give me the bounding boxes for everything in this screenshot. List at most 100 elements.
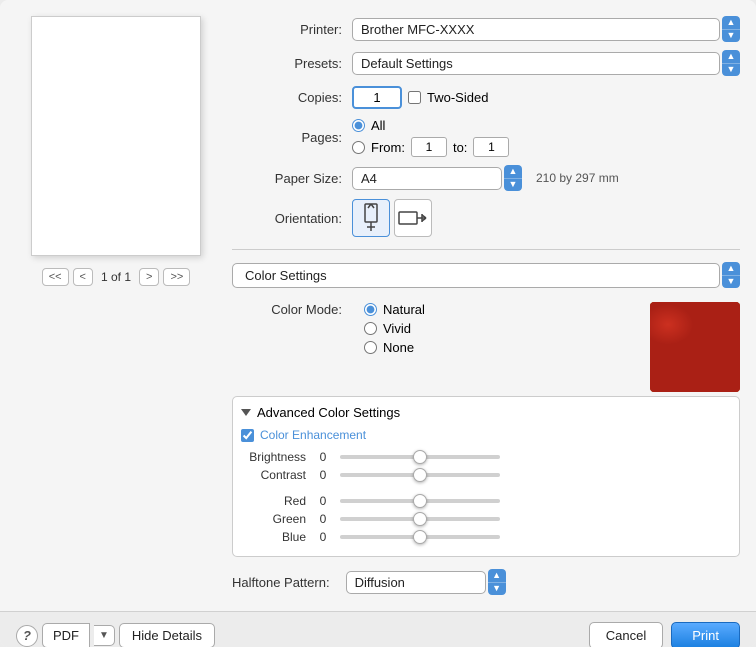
page-indicator: 1 of 1 xyxy=(101,270,131,284)
red-value: 0 xyxy=(314,494,332,508)
copies-row: Copies: Two-Sided xyxy=(232,84,740,110)
blue-row: Blue 0 xyxy=(241,530,731,544)
advanced-color-settings: Advanced Color Settings Color Enhancemen… xyxy=(232,396,740,557)
section-select[interactable]: Color Settings xyxy=(232,263,720,288)
color-preview-image xyxy=(650,302,740,392)
color-mode-options: Natural Vivid None xyxy=(364,302,638,355)
advanced-header[interactable]: Advanced Color Settings xyxy=(241,405,731,420)
color-none-label: None xyxy=(383,340,414,355)
paper-size-select[interactable]: A4 xyxy=(352,167,502,190)
halftone-select[interactable]: Diffusion Dither Error Diffusion xyxy=(346,571,486,594)
hide-details-button[interactable]: Hide Details xyxy=(119,623,215,647)
pages-from-input[interactable] xyxy=(411,137,447,157)
halftone-stepper[interactable]: ▲ ▼ xyxy=(488,569,506,595)
brightness-label: Brightness xyxy=(241,450,306,464)
blue-value: 0 xyxy=(314,530,332,544)
next-page-button[interactable]: > xyxy=(139,268,159,286)
paper-size-control: A4 ▲ ▼ 210 by 297 mm xyxy=(352,165,740,191)
paper-size-label: Paper Size: xyxy=(232,171,342,186)
first-page-button[interactable]: << xyxy=(42,268,69,286)
orientation-row: Orientation: xyxy=(232,199,740,237)
orientation-label: Orientation: xyxy=(232,211,342,226)
color-natural-label: Natural xyxy=(383,302,425,317)
preview-panel: << < 1 of 1 > >> xyxy=(16,16,216,595)
pdf-button[interactable]: PDF xyxy=(42,623,90,647)
portrait-button[interactable] xyxy=(352,199,390,237)
pages-from-radio[interactable] xyxy=(352,141,365,154)
presets-stepper[interactable]: ▲ ▼ xyxy=(722,50,740,76)
color-mode-row: Color Mode: Natural Vivid None xyxy=(232,302,740,392)
paper-size-row: Paper Size: A4 ▲ ▼ 210 by 297 mm xyxy=(232,165,740,191)
color-mode-label: Color Mode: xyxy=(232,302,342,317)
color-preview-inner xyxy=(650,302,740,392)
pdf-chevron-button[interactable]: ▼ xyxy=(94,625,115,646)
pagination: << < 1 of 1 > >> xyxy=(42,268,191,286)
pages-row: Pages: All From: to: xyxy=(232,118,740,157)
pages-to-input[interactable] xyxy=(473,137,509,157)
contrast-value: 0 xyxy=(314,468,332,482)
brightness-row: Brightness 0 xyxy=(241,450,731,464)
presets-select[interactable]: Default Settings xyxy=(352,52,720,75)
collapse-icon xyxy=(241,409,251,416)
pages-label: Pages: xyxy=(232,130,342,145)
last-page-button[interactable]: >> xyxy=(163,268,190,286)
pages-all-radio[interactable] xyxy=(352,119,365,132)
divider xyxy=(232,249,740,250)
red-label: Red xyxy=(241,494,306,508)
presets-row: Presets: Default Settings ▲ ▼ xyxy=(232,50,740,76)
pages-to-label: to: xyxy=(453,140,467,155)
settings-panel: Printer: Brother MFC-XXXX ▲ ▼ Preset xyxy=(232,16,740,595)
prev-page-button[interactable]: < xyxy=(73,268,93,286)
color-mode-vivid[interactable]: Vivid xyxy=(364,321,638,336)
footer-right: Cancel Print xyxy=(589,622,740,647)
printer-select[interactable]: Brother MFC-XXXX xyxy=(352,18,720,41)
page-preview xyxy=(31,16,201,256)
presets-label: Presets: xyxy=(232,56,342,71)
blue-slider[interactable] xyxy=(340,535,500,539)
halftone-row: Halftone Pattern: Diffusion Dither Error… xyxy=(232,569,740,595)
color-settings-content: Color Mode: Natural Vivid None xyxy=(232,302,740,595)
contrast-label: Contrast xyxy=(241,468,306,482)
section-stepper[interactable]: ▲ ▼ xyxy=(722,262,740,288)
print-button[interactable]: Print xyxy=(671,622,740,647)
footer-left: ? PDF ▼ Hide Details xyxy=(16,623,215,647)
color-natural-radio[interactable] xyxy=(364,303,377,316)
paper-dimensions: 210 by 297 mm xyxy=(536,171,619,185)
color-vivid-radio[interactable] xyxy=(364,322,377,335)
printer-stepper[interactable]: ▲ ▼ xyxy=(722,16,740,42)
advanced-header-label: Advanced Color Settings xyxy=(257,405,400,420)
two-sided-checkbox[interactable] xyxy=(408,91,421,104)
red-row: Red 0 xyxy=(241,494,731,508)
presets-control: Default Settings ▲ ▼ xyxy=(352,50,740,76)
printer-label: Printer: xyxy=(232,22,342,37)
color-mode-none[interactable]: None xyxy=(364,340,638,355)
copies-control: Two-Sided xyxy=(352,86,740,109)
paper-size-stepper[interactable]: ▲ ▼ xyxy=(504,165,522,191)
pages-control: All From: to: xyxy=(352,118,740,157)
landscape-button[interactable] xyxy=(394,199,432,237)
color-mode-natural[interactable]: Natural xyxy=(364,302,638,317)
color-vivid-label: Vivid xyxy=(383,321,411,336)
halftone-label: Halftone Pattern: xyxy=(232,575,330,590)
copies-input[interactable] xyxy=(352,86,402,109)
color-enhancement-row: Color Enhancement xyxy=(241,428,731,442)
pages-from-label: From: xyxy=(371,140,405,155)
portrait-icon xyxy=(360,203,382,233)
color-enhancement-label: Color Enhancement xyxy=(260,428,366,442)
print-dialog: << < 1 of 1 > >> Printer: Brother MFC-XX… xyxy=(0,0,756,647)
help-button[interactable]: ? xyxy=(16,625,38,647)
orientation-control xyxy=(352,199,740,237)
color-none-radio[interactable] xyxy=(364,341,377,354)
green-value: 0 xyxy=(314,512,332,526)
contrast-slider[interactable] xyxy=(340,473,500,477)
color-enhancement-checkbox[interactable] xyxy=(241,429,254,442)
printer-row: Printer: Brother MFC-XXXX ▲ ▼ xyxy=(232,16,740,42)
halftone-select-wrapper: Diffusion Dither Error Diffusion ▲ ▼ xyxy=(346,569,506,595)
red-slider[interactable] xyxy=(340,499,500,503)
cancel-button[interactable]: Cancel xyxy=(589,622,663,647)
landscape-icon xyxy=(398,207,428,229)
green-slider[interactable] xyxy=(340,517,500,521)
copies-label: Copies: xyxy=(232,90,342,105)
brightness-slider[interactable] xyxy=(340,455,500,459)
pages-all-label: All xyxy=(371,118,385,133)
